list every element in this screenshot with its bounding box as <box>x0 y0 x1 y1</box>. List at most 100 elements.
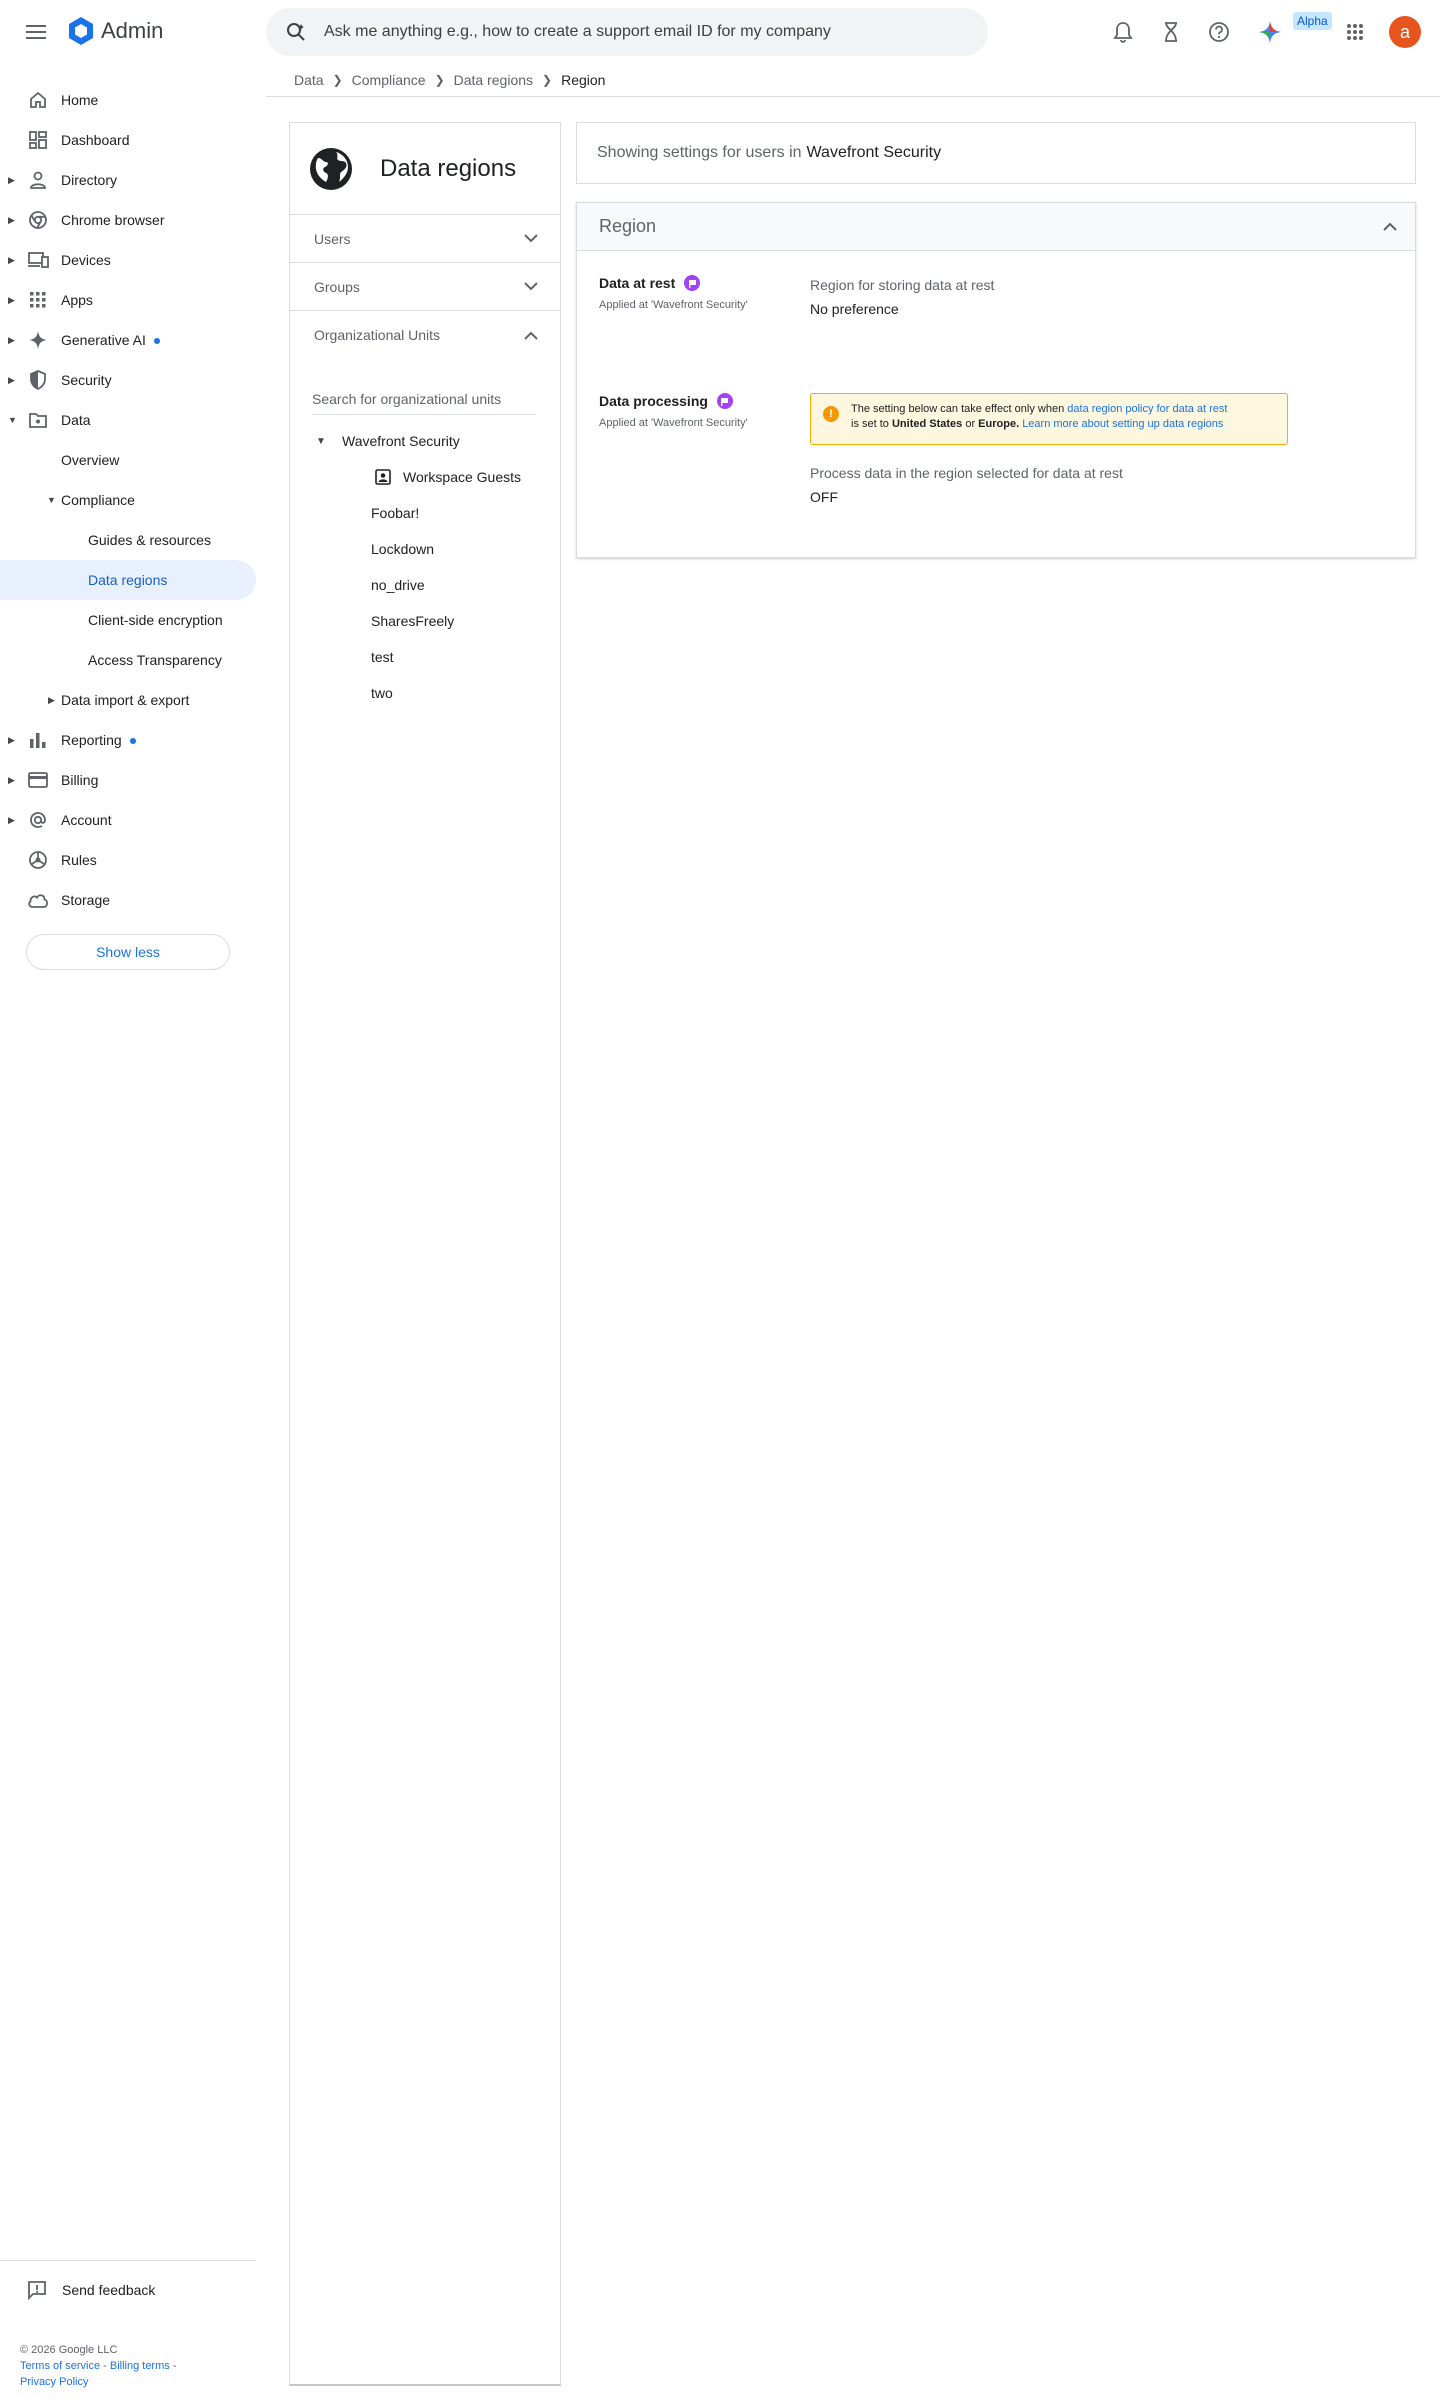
footer-separator: - <box>169 2360 177 2372</box>
sidebar-item-label-text: Generative AI <box>61 332 146 348</box>
ou-label: SharesFreely <box>371 613 455 629</box>
sidebar-item-compliance[interactable]: ▼ Compliance <box>0 480 256 520</box>
sidebar-item-devices[interactable]: ▶ Devices <box>0 240 256 280</box>
sidebar-item-client-side-encryption[interactable]: Client-side encryption <box>0 600 256 640</box>
rules-icon <box>27 849 49 871</box>
sidebar-item-apps[interactable]: ▶ Apps <box>0 280 256 320</box>
footer-links-row: Privacy Policy <box>20 2374 230 2390</box>
at-sign-icon <box>27 809 49 831</box>
show-less-button[interactable]: Show less <box>26 934 230 970</box>
sidebar-divider <box>0 2260 256 2261</box>
brand-name[interactable]: Admin <box>101 18 163 44</box>
search-box[interactable]: Ask me anything e.g., how to create a su… <box>266 8 988 56</box>
notifications-button[interactable] <box>1109 18 1137 46</box>
sidebar-item-label: Reporting <box>61 732 136 748</box>
learn-more-link[interactable]: Learn more about setting up data regions <box>1022 418 1223 430</box>
tasks-button[interactable] <box>1157 18 1185 46</box>
ou-tree-item[interactable]: Foobar! <box>290 495 560 531</box>
sidebar-item-reporting[interactable]: ▶ Reporting <box>0 720 256 760</box>
bar-chart-icon <box>27 729 49 751</box>
sidebar-item-label-text: Reporting <box>61 732 122 748</box>
caret-down-icon: ▼ <box>316 435 326 447</box>
billing-terms-link[interactable]: Billing terms <box>110 2360 170 2372</box>
folder-icon <box>27 409 49 431</box>
sidebar-item-label: Compliance <box>61 492 135 508</box>
ou-tree-item[interactable]: test <box>290 639 560 675</box>
setting-title: Data processing <box>599 393 708 409</box>
globe-icon <box>310 147 352 190</box>
sidebar-item-dashboard[interactable]: Dashboard <box>0 120 256 160</box>
main-menu-button[interactable] <box>22 18 50 46</box>
privacy-policy-link[interactable]: Privacy Policy <box>20 2376 88 2388</box>
ou-search-input[interactable]: Search for organizational units <box>312 383 536 415</box>
cloud-icon <box>27 889 49 911</box>
terms-of-service-link[interactable]: Terms of service <box>20 2360 100 2372</box>
caret-down-icon: ▼ <box>8 415 17 425</box>
gemini-button[interactable] <box>1256 18 1284 46</box>
sidebar-item-security[interactable]: ▶ Security <box>0 360 256 400</box>
ou-label: Wavefront Security <box>342 433 460 449</box>
warning-bold-us: United States <box>891 418 963 430</box>
banner-org-name: Wavefront Security <box>806 144 942 161</box>
ou-tree-item[interactable]: SharesFreely <box>290 603 560 639</box>
panel-title: Data regions <box>380 154 517 182</box>
breadcrumb-data[interactable]: Data <box>294 72 324 88</box>
guest-badge-icon <box>375 469 391 485</box>
sidebar-item-label: Generative AI <box>61 332 160 348</box>
sidebar-item-billing[interactable]: ▶ Billing <box>0 760 256 800</box>
sidebar-item-data-import-export[interactable]: ▶ Data import & export <box>0 680 256 720</box>
section-label: Organizational Units <box>314 327 441 343</box>
sidebar-item-label: Storage <box>61 892 111 908</box>
sidebar-item-account[interactable]: ▶ Account <box>0 800 256 840</box>
breadcrumb-compliance[interactable]: Compliance <box>352 72 426 88</box>
setting-title: Data at rest <box>599 275 676 291</box>
sidebar-item-chrome-browser[interactable]: ▶ Chrome browser <box>0 200 256 240</box>
data-region-policy-link[interactable]: data region policy for data at rest <box>1067 403 1227 415</box>
warning-text: or <box>965 418 976 430</box>
send-feedback-button[interactable]: Send feedback <box>27 2280 155 2300</box>
caret-right-icon: ▶ <box>8 254 15 265</box>
breadcrumb-data-regions[interactable]: Data regions <box>454 72 533 88</box>
section-users[interactable]: Users <box>290 215 560 263</box>
gemini-sparkle-icon <box>1259 21 1281 43</box>
ou-tree-item[interactable]: two <box>290 675 560 711</box>
help-button[interactable] <box>1205 18 1233 46</box>
sidebar-item-label: Directory <box>61 172 118 188</box>
admin-logo-icon[interactable] <box>66 16 96 46</box>
scope-banner: Showing settings for users in Wavefront … <box>576 122 1416 184</box>
section-organizational-units[interactable]: Organizational Units <box>290 311 560 359</box>
chrome-icon <box>27 209 49 231</box>
search-spark-icon <box>284 20 308 44</box>
account-avatar[interactable]: a <box>1389 16 1421 48</box>
ou-tree-item[interactable]: no_drive <box>290 567 560 603</box>
applied-at-text: Applied at 'Wavefront Security' <box>599 417 748 429</box>
caret-right-icon: ▶ <box>8 814 15 825</box>
region-settings-card: Region Data at rest Applied at 'Wavefron… <box>576 202 1416 558</box>
dashboard-icon <box>27 129 49 151</box>
sidebar-item-data-regions[interactable]: Data regions <box>0 560 256 600</box>
ou-tree-item[interactable]: Lockdown <box>290 531 560 567</box>
sidebar-item-home[interactable]: Home <box>0 80 256 120</box>
ou-tree-item[interactable]: Workspace Guests <box>290 459 560 495</box>
warning-icon: ! <box>823 406 839 422</box>
search-placeholder: Ask me anything e.g., how to create a su… <box>324 23 831 40</box>
data-at-rest-setting[interactable]: Data at rest <box>599 275 701 291</box>
ou-tree-root[interactable]: ▼ Wavefront Security <box>290 423 560 459</box>
sidebar-item-label: Billing <box>61 772 99 788</box>
ou-label: Foobar! <box>371 505 420 521</box>
sidebar-item-overview[interactable]: Overview <box>0 440 256 480</box>
section-groups[interactable]: Groups <box>290 263 560 311</box>
help-icon <box>1209 22 1229 42</box>
sidebar-item-data[interactable]: ▼ Data <box>0 400 256 440</box>
sidebar-item-directory[interactable]: ▶ Directory <box>0 160 256 200</box>
sidebar-item-label: Guides & resources <box>88 532 211 548</box>
sidebar-item-guides-resources[interactable]: Guides & resources <box>0 520 256 560</box>
sidebar-nav: Home Dashboard ▶ Directory ▶ Chrome brow… <box>0 80 256 920</box>
sidebar-item-rules[interactable]: Rules <box>0 840 256 880</box>
sidebar-item-generative-ai[interactable]: ▶ Generative AI <box>0 320 256 360</box>
sidebar-item-storage[interactable]: Storage <box>0 880 256 920</box>
sidebar-item-access-transparency[interactable]: Access Transparency <box>0 640 256 680</box>
google-apps-button[interactable] <box>1341 18 1369 46</box>
data-processing-setting[interactable]: Data processing <box>599 393 733 409</box>
region-card-header[interactable]: Region <box>577 203 1415 251</box>
